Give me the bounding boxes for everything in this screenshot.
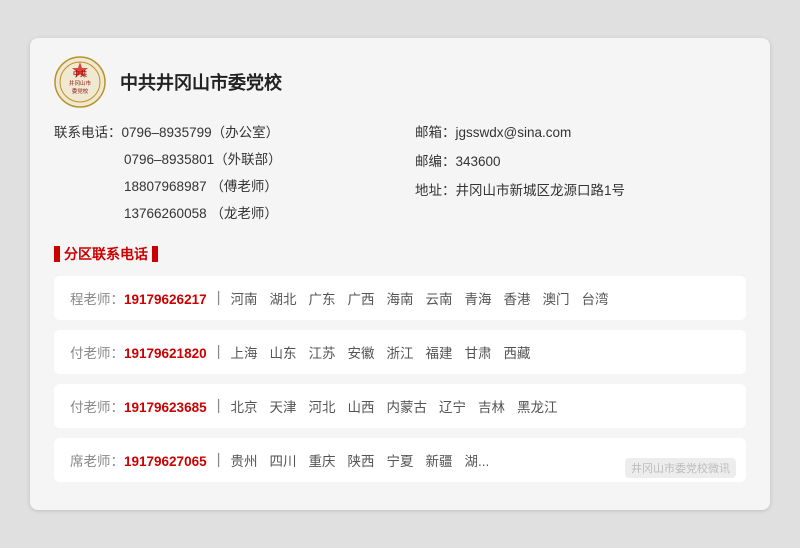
logo-icon: 中共 井冈山市 委党校 [54, 56, 106, 108]
regions-3: 贵州 四川 重庆 陕西 宁夏 新疆 湖... [231, 450, 490, 470]
address-row: 地址：井冈山市新城区龙源口路1号 [415, 180, 746, 203]
divider-right-bar [152, 246, 158, 262]
teacher-info-1: 付老师：19179621820 [70, 342, 207, 362]
divider-left-bar [54, 246, 60, 262]
contact-left: 联系电话：0796–8935799（办公室） 0796–8935801（外联部）… [54, 122, 385, 230]
separator-0: | [217, 289, 221, 306]
header: 中共 井冈山市 委党校 中共井冈山市委党校 [54, 56, 746, 108]
phone-row-4: 13766260058 （龙老师） [54, 203, 385, 226]
separator-2: | [217, 397, 221, 414]
watermark: 井冈山市委党校微讯 [625, 458, 736, 478]
phone-row-1: 联系电话：0796–8935799（办公室） [54, 122, 385, 145]
section-title: 分区联系电话 [64, 244, 148, 264]
teacher-info-3: 席老师：19179627065 [70, 450, 207, 470]
phone-row-3: 18807968987 （傅老师） [54, 176, 385, 199]
region-block-0: 程老师：19179626217 | 河南 湖北 广东 广西 海南 云南 青海 香… [54, 276, 746, 320]
svg-text:井冈山市: 井冈山市 [69, 79, 92, 87]
main-card: 中共 井冈山市 委党校 中共井冈山市委党校 联系电话：0796–8935799（… [30, 38, 770, 510]
teacher-info-0: 程老师：19179626217 [70, 288, 207, 308]
teacher-info-2: 付老师：19179623685 [70, 396, 207, 416]
regions-2: 北京 天津 河北 山西 内蒙古 辽宁 吉林 黑龙江 [231, 396, 558, 416]
regions-0: 河南 湖北 广东 广西 海南 云南 青海 香港 澳门 台湾 [231, 288, 609, 308]
contact-right: 邮箱：jgsswdx@sina.com 邮编：343600 地址：井冈山市新城区… [385, 122, 746, 230]
postcode-row: 邮编：343600 [415, 151, 746, 174]
region-block-2: 付老师：19179623685 | 北京 天津 河北 山西 内蒙古 辽宁 吉林 … [54, 384, 746, 428]
separator-1: | [217, 343, 221, 360]
separator-3: | [217, 451, 221, 468]
phone-row-2: 0796–8935801（外联部） [54, 149, 385, 172]
org-title: 中共井冈山市委党校 [120, 69, 282, 95]
region-block-3: 席老师：19179627065 | 贵州 四川 重庆 陕西 宁夏 新疆 湖...… [54, 438, 746, 482]
regions-1: 上海 山东 江苏 安徽 浙江 福建 甘肃 西藏 [231, 342, 531, 362]
contact-info: 联系电话：0796–8935799（办公室） 0796–8935801（外联部）… [54, 122, 746, 230]
section-divider: 分区联系电话 [54, 244, 746, 264]
region-block-1: 付老师：19179621820 | 上海 山东 江苏 安徽 浙江 福建 甘肃 西… [54, 330, 746, 374]
email-row: 邮箱：jgsswdx@sina.com [415, 122, 746, 145]
svg-text:委党校: 委党校 [72, 87, 89, 95]
